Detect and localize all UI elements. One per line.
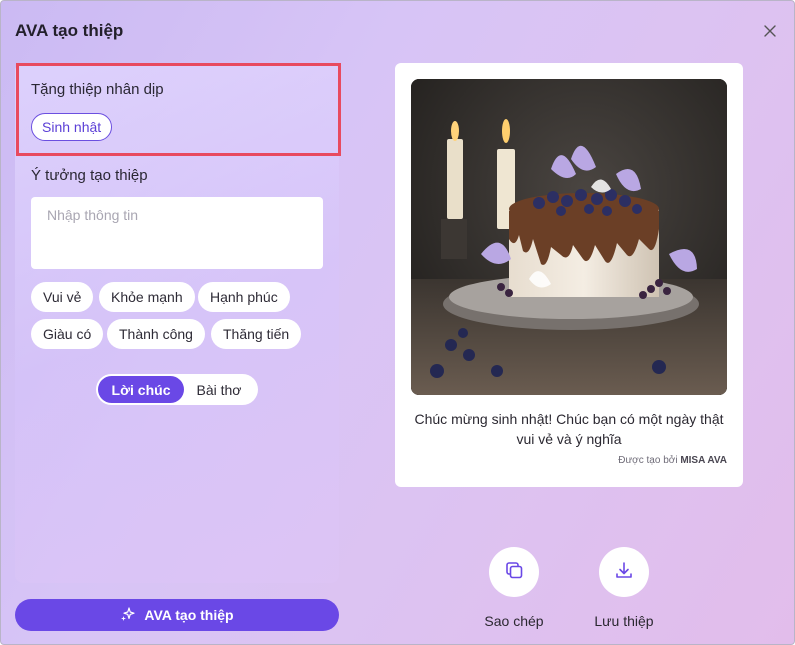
idea-input[interactable] [31,197,323,269]
occasion-highlight-box [16,63,341,156]
create-card-button[interactable]: AVA tạo thiệp [15,599,339,631]
toggle-bai-tho[interactable]: Bài thơ [184,376,254,403]
copy-label: Sao chép [484,613,544,629]
credit-prefix: Được tạo bởi [618,455,678,466]
tag-giau-co[interactable]: Giàu có [31,319,104,349]
sparkle-icon [120,606,136,625]
credit-brand: MISA AVA [680,455,727,466]
save-card-button[interactable] [599,547,649,597]
card-credit: Được tạo bởi MISA AVA [618,455,727,466]
download-icon [614,560,634,585]
content-type-toggle: Lời chúc Bài thơ [96,374,258,405]
tag-khoe-manh[interactable]: Khỏe mạnh [99,282,195,312]
create-card-label: AVA tạo thiệp [144,607,234,623]
occasion-label: Tặng thiệp nhân dịp [31,81,164,98]
save-card-label: Lưu thiệp [594,613,654,629]
copy-icon [504,560,524,585]
ideas-label: Ý tưởng tạo thiệp [31,167,148,184]
tag-hanh-phuc[interactable]: Hạnh phúc [198,282,290,312]
ava-card-dialog: AVA tạo thiệp Tặng thiệp nhân dịp Sinh n… [0,0,795,645]
card-preview: Chúc mừng sinh nhật! Chúc bạn có một ngà… [395,63,743,487]
tag-thang-tien[interactable]: Thăng tiến [211,319,302,349]
birthday-cake-image [411,79,727,395]
toggle-loi-chuc[interactable]: Lời chúc [98,376,184,403]
copy-button[interactable] [489,547,539,597]
card-wish-text: Chúc mừng sinh nhật! Chúc bạn có một ngà… [414,411,724,447]
tag-vui-ve[interactable]: Vui vẻ [31,282,94,312]
close-icon[interactable] [760,21,780,41]
tag-thanh-cong[interactable]: Thành công [107,319,205,349]
dialog-title: AVA tạo thiệp [15,21,124,40]
occasion-chip-birthday[interactable]: Sinh nhật [31,113,113,141]
